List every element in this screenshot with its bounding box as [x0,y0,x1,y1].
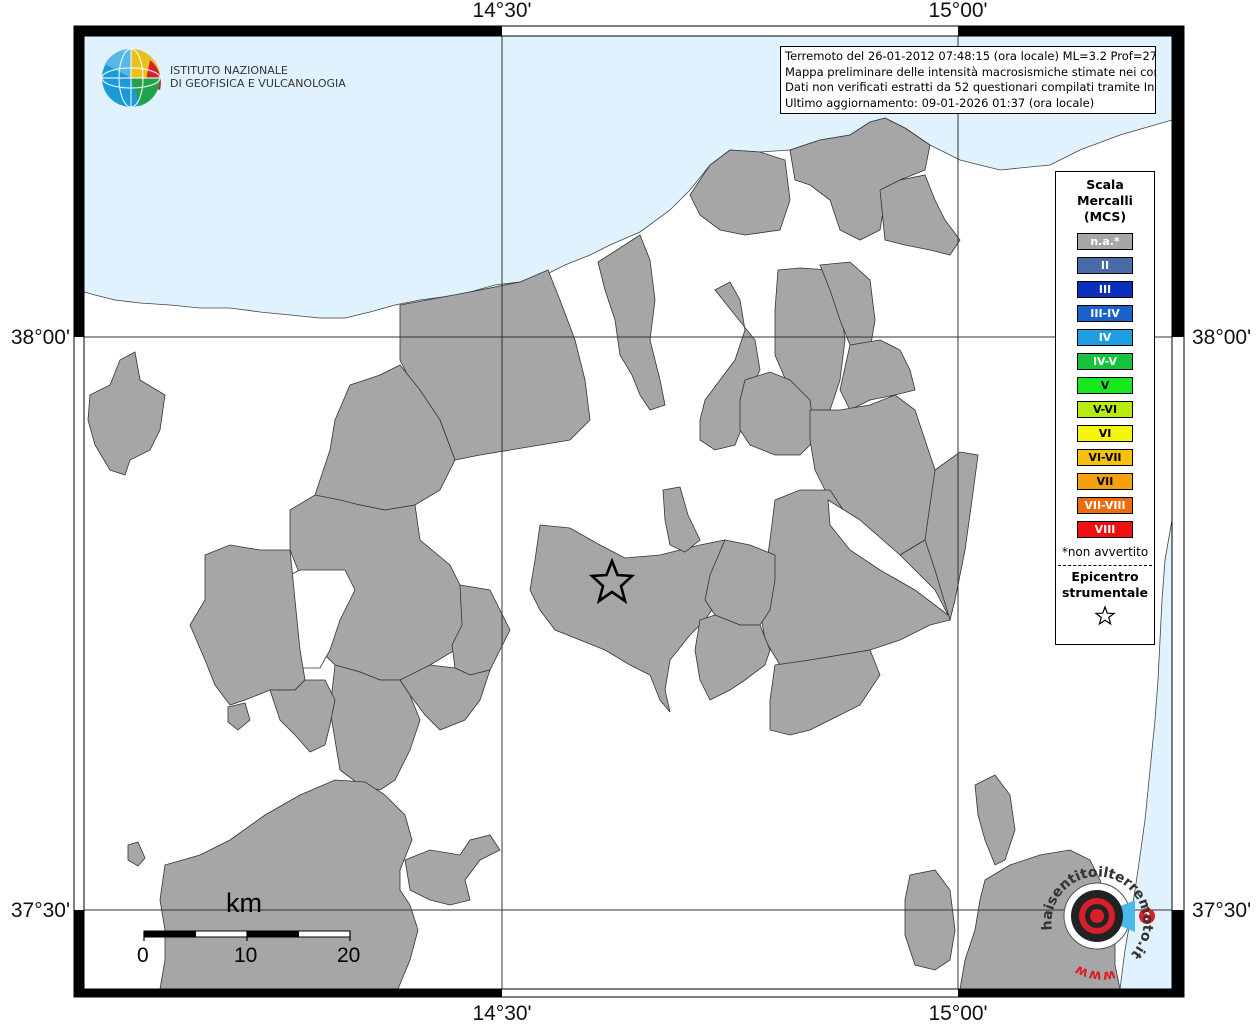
scale-label-0: 0 [137,944,149,967]
legend-separator [1058,565,1152,566]
event-info-line-2: Mappa preliminare delle intensità macros… [785,64,1156,79]
legend-item-iii-iv: III-IV [1077,305,1133,322]
ingv-line-2: DI GEOFISICA E VULCANOLOGIA [170,77,346,90]
lon-label-top-1: 14°30' [472,0,531,22]
legend-item-vii: VII [1077,473,1133,490]
legend-item-v-vi: V-VI [1077,401,1133,418]
scale-unit: km [226,888,262,918]
legend-item-v: V [1077,377,1133,394]
legend-title-line-2: Mercalli [1077,193,1133,208]
event-info-box: Terremoto del 26-01-2012 07:48:15 (ora l… [780,46,1156,114]
legend-item-iii: III [1077,281,1133,298]
legend-item-vi-vii: VI-VII [1077,449,1133,466]
lat-label-left-2: 37°30' [11,899,70,922]
lon-label-bottom-2: 15°00' [928,1002,987,1024]
scale-label-20: 20 [337,944,361,967]
event-info-line-4: Ultimo aggiornamento: 09-01-2026 01:37 (… [785,95,1095,110]
mcs-legend: Scala Mercalli (MCS) n.a.* II III III-IV IV I… [1055,171,1155,645]
lon-label-bottom-1: 14°30' [472,1002,531,1024]
ingv-line-1: ISTITUTO NAZIONALE [170,64,288,77]
legend-star-icon [1056,605,1154,631]
scale-label-10: 10 [234,944,258,967]
lat-label-right-1: 38°00' [1192,326,1251,349]
legend-item-vi: VI [1077,425,1133,442]
ingv-logo-text: ISTITUTO NAZIONALE DI GEOFISICA E VULCAN… [170,64,346,90]
legend-note: *non avvertito [1061,545,1149,559]
lat-label-left-1: 38°00' [11,326,70,349]
legend-title-line-3: (MCS) [1083,209,1127,224]
legend-items: n.a.* II III III-IV IV IV-V V V-VI VI VI-VII VII VI… [1056,233,1154,538]
legend-item-iv-v: IV-V [1077,353,1133,370]
lat-label-right-2: 37°30' [1192,899,1251,922]
legend-item-ii: II [1077,257,1133,274]
event-info-line-3: Dati non verificati estratti da 52 quest… [785,80,1156,94]
lon-label-top-2: 15°00' [928,0,987,22]
legend-item-iv: IV [1077,329,1133,346]
legend-title-line-1: Scala [1086,177,1124,192]
event-info-line-1: Terremoto del 26-01-2012 07:48:15 (ora l… [785,49,1156,63]
legend-item-vii-viii: VII-VIII [1077,497,1133,514]
legend-item-viii: VIII [1077,521,1133,538]
legend-title: Scala Mercalli (MCS) [1056,177,1154,225]
legend-epicenter-line-2: strumentale [1061,585,1149,600]
legend-epicenter-label: Epicentro strumentale [1056,569,1154,601]
legend-item-n-a: n.a.* [1077,233,1133,250]
legend-epicenter-line-1: Epicentro [1071,569,1139,584]
